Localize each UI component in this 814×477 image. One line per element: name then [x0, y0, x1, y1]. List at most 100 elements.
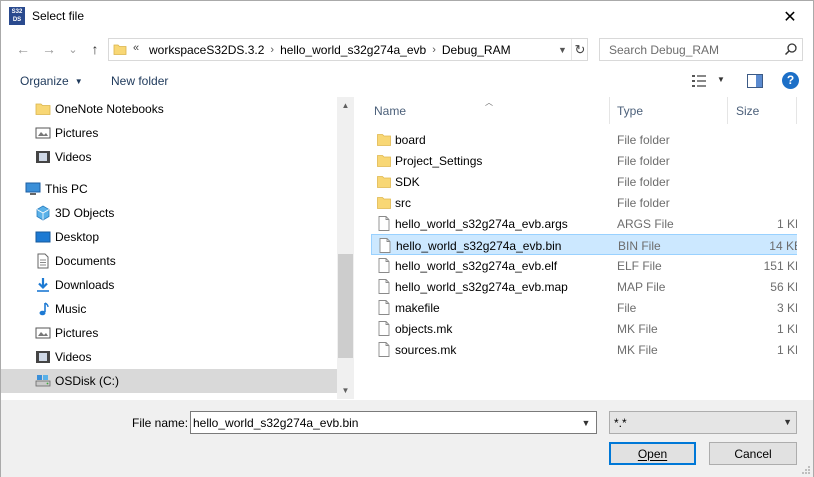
file-name: hello_world_s32g274a_evb.bin	[396, 239, 562, 253]
file-name: sources.mk	[395, 343, 457, 357]
file-type: ARGS File	[617, 217, 674, 231]
file-name-field[interactable]: ▼	[190, 411, 597, 434]
file-row[interactable]: board File folder	[371, 129, 811, 150]
nav-item-label: Desktop	[55, 230, 100, 244]
breadcrumb-item[interactable]: hello_world_s32g274a_evb	[280, 43, 426, 57]
view-options-icon[interactable]	[691, 74, 707, 88]
recent-locations-button[interactable]: ⌄	[63, 39, 83, 59]
dialog-title: Select file	[32, 9, 85, 23]
nav-item-label: OSDisk (C:)	[55, 374, 119, 388]
breadcrumb-item[interactable]: workspaceS32DS.3.2	[149, 43, 264, 57]
resize-grip-icon[interactable]	[801, 465, 811, 475]
address-bar[interactable]: « workspaceS32DS.3.2 › hello_world_s32g2…	[108, 38, 588, 61]
nav-item-label: Videos	[55, 150, 92, 164]
pictures-icon	[35, 327, 51, 339]
column-divider[interactable]	[727, 97, 728, 124]
file-type: MK File	[617, 343, 658, 357]
nav-item[interactable]: 3D Objects	[1, 201, 337, 225]
file-type: File folder	[617, 175, 670, 189]
scroll-down-arrow[interactable]: ▼	[337, 382, 354, 399]
music-icon	[39, 302, 49, 316]
file-row[interactable]: hello_world_s32g274a_evb.map MAP File 56 K…	[371, 276, 811, 297]
file-name: objects.mk	[395, 322, 453, 336]
nav-item[interactable]: Pictures	[1, 321, 337, 345]
new-folder-button[interactable]: New folder	[111, 74, 168, 88]
organize-button[interactable]: Organize ▼	[20, 74, 83, 88]
scroll-thumb[interactable]	[338, 254, 353, 358]
chevron-down-icon: ▼	[74, 77, 83, 86]
file-type: MAP File	[617, 280, 666, 294]
breadcrumb-overflow-button[interactable]: «	[133, 42, 139, 54]
command-toolbar: Organize ▼ New folder ▼ ?	[1, 67, 813, 96]
up-button[interactable]: ↑	[85, 39, 105, 59]
file-list: Name ︿ Type Size board File folder Project…	[359, 97, 813, 399]
file-name: hello_world_s32g274a_evb.map	[395, 280, 568, 294]
folder-icon	[377, 197, 391, 209]
file-row[interactable]: objects.mk MK File 1 KB	[371, 318, 811, 339]
nav-item[interactable]: OneNote Notebooks	[1, 97, 337, 121]
3d-objects-icon	[36, 205, 50, 221]
downloads-icon	[37, 278, 49, 292]
file-icon	[379, 238, 391, 253]
chevron-down-icon: ▼	[783, 417, 792, 427]
dialog-footer: File name: ▼ *.* ▼ Open Cancel	[1, 400, 813, 477]
search-icon[interactable]	[784, 42, 798, 56]
navigation-pane: OSDisk (C:) Videos Pictures Music Downloads D…	[1, 97, 354, 399]
open-button[interactable]: Open	[609, 442, 696, 465]
search-box[interactable]: Search Debug_RAM	[599, 38, 803, 61]
file-type: File	[617, 301, 637, 315]
file-row[interactable]: makefile File 3 KB	[371, 297, 811, 318]
refresh-icon[interactable]: ↻	[571, 39, 588, 60]
folder-icon	[113, 44, 127, 55]
file-name: makefile	[395, 301, 440, 315]
nav-item[interactable]: Documents	[1, 249, 337, 273]
column-divider[interactable]	[609, 97, 610, 124]
forward-button[interactable]: →	[39, 39, 59, 59]
nav-item[interactable]: Videos	[1, 145, 337, 169]
file-row[interactable]: hello_world_s32g274a_evb.bin BIN File 14 K…	[371, 234, 811, 255]
breadcrumb-item[interactable]: Debug_RAM	[442, 43, 511, 57]
nav-item[interactable]: Videos	[1, 345, 337, 369]
file-type: ELF File	[617, 259, 662, 273]
nav-item[interactable]: Music	[1, 297, 337, 321]
nav-item[interactable]: Desktop	[1, 225, 337, 249]
nav-item[interactable]: This PC	[1, 177, 337, 201]
column-header-type[interactable]: Type	[617, 97, 727, 124]
file-name-input[interactable]	[193, 414, 573, 431]
view-dropdown-icon[interactable]: ▼	[717, 75, 725, 84]
navigation-pane-scrollbar[interactable]: ▲ ▼	[337, 97, 354, 399]
file-row[interactable]: sources.mk MK File 1 KB	[371, 339, 811, 360]
file-row[interactable]: src File folder	[371, 192, 811, 213]
close-button[interactable]: ✕	[767, 1, 813, 32]
this-pc-icon	[25, 182, 41, 195]
cancel-button[interactable]: Cancel	[709, 442, 797, 465]
chevron-right-icon[interactable]: ›	[432, 44, 436, 56]
file-row[interactable]: SDK File folder	[371, 171, 811, 192]
file-row[interactable]: Project_Settings File folder	[371, 150, 811, 171]
file-list-scrollbar-track	[797, 97, 813, 399]
help-icon[interactable]: ?	[782, 72, 799, 89]
nav-item[interactable]: Pictures	[1, 121, 337, 145]
file-name: hello_world_s32g274a_evb.elf	[395, 259, 558, 273]
file-type: File folder	[617, 154, 670, 168]
file-icon	[378, 342, 390, 357]
search-input[interactable]: Search Debug_RAM	[609, 43, 719, 57]
file-row[interactable]: hello_world_s32g274a_evb.elf ELF File 151 …	[371, 255, 811, 276]
chevron-right-icon[interactable]: ›	[270, 44, 274, 56]
file-name-label-text: File name:	[132, 416, 189, 430]
file-name: Project_Settings	[395, 154, 483, 168]
sort-ascending-icon: ︿	[485, 98, 493, 107]
nav-item[interactable]: Downloads	[1, 273, 337, 297]
back-button[interactable]: ←	[13, 39, 33, 59]
preview-pane-icon[interactable]	[747, 74, 763, 88]
file-name-dropdown-button[interactable]: ▼	[576, 412, 596, 433]
nav-item-label: Downloads	[55, 278, 115, 292]
file-row[interactable]: hello_world_s32g274a_evb.args ARGS File 1 …	[371, 213, 811, 234]
nav-item[interactable]: OSDisk (C:)	[1, 369, 337, 393]
file-type-filter[interactable]: *.* ▼	[609, 411, 797, 434]
scroll-up-arrow[interactable]: ▲	[337, 97, 354, 114]
address-dropdown-button[interactable]: ▼	[553, 39, 571, 60]
file-icon	[378, 216, 390, 231]
videos-icon	[36, 151, 50, 163]
column-header-size[interactable]: Size	[736, 97, 796, 124]
